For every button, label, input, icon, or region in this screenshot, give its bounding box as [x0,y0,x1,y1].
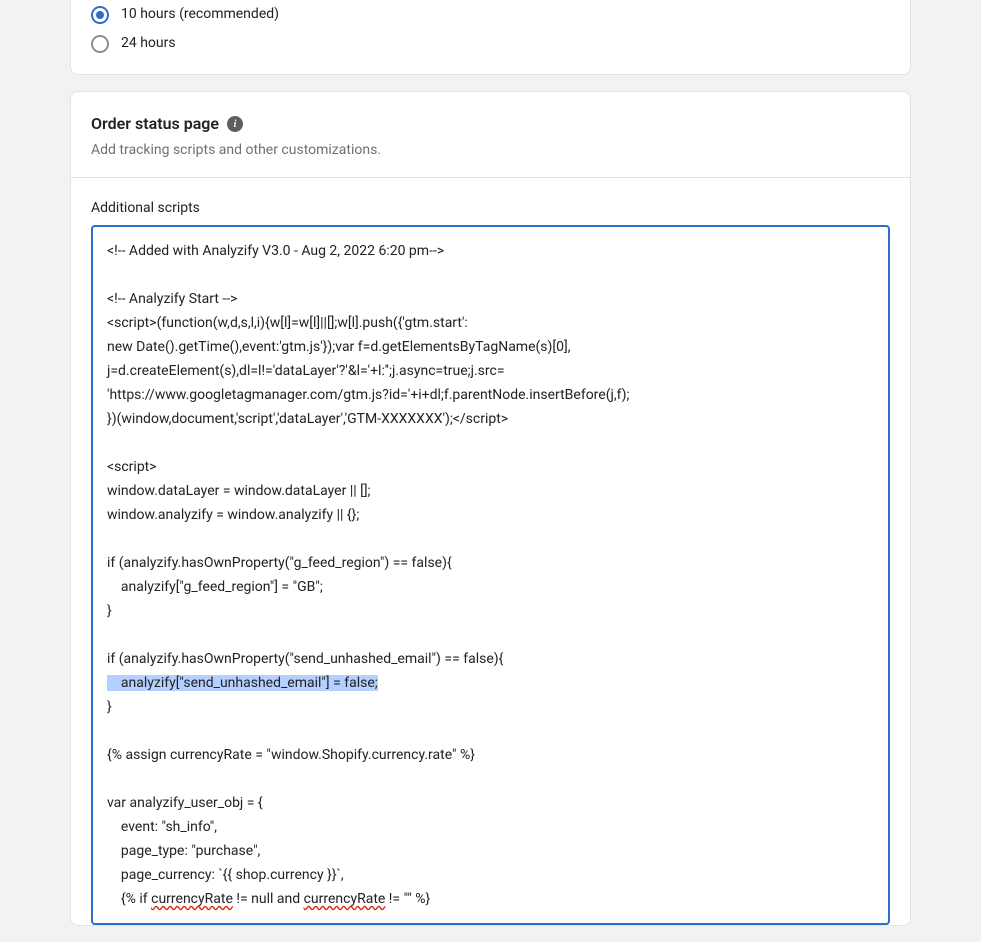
additional-scripts-section: Additional scripts <!-- Added with Analy… [71,178,910,925]
radio-label: 24 hours [121,33,176,54]
additional-scripts-input[interactable]: <!-- Added with Analyzify V3.0 - Aug 2, … [91,225,890,925]
card-header: Order status page i Add tracking scripts… [71,92,910,177]
abandonment-timing-card: 10 hours (recommended) 24 hours [70,0,911,75]
radio-icon [91,6,109,24]
card-title: Order status page [91,112,219,136]
order-status-page-card: Order status page i Add tracking scripts… [70,91,911,926]
radio-24-hours[interactable]: 24 hours [71,29,910,58]
radio-label: 10 hours (recommended) [121,4,279,25]
radio-10-hours[interactable]: 10 hours (recommended) [71,0,910,29]
radio-icon [91,35,109,53]
info-icon[interactable]: i [227,116,243,132]
highlighted-code: analyzify["send_unhashed_email"] = false… [107,675,378,691]
card-subtitle: Add tracking scripts and other customiza… [91,140,890,161]
additional-scripts-label: Additional scripts [91,198,890,219]
